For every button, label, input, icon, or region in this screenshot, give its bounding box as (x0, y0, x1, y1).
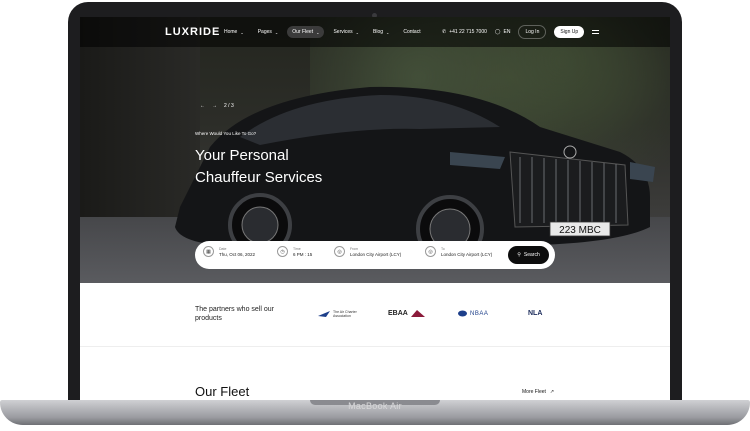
partner-name: NBAA (470, 310, 489, 317)
language-label: EN (503, 29, 511, 35)
hero-title-line1: Your Personal (195, 147, 289, 164)
hero-title: Your Personal Chauffeur Services (195, 145, 322, 189)
arrow-up-right-icon: ↗ (549, 389, 555, 395)
clock-icon: ◷ (277, 246, 288, 257)
screen: 223 MBC LUXRIDE Home ⌄ Pages ⌄ Our Fleet ⌄ … (80, 17, 670, 400)
to-value: London City Airport (LCY) (441, 251, 493, 257)
menu-label: Our Fleet (292, 29, 314, 35)
menu-label: Contact (403, 29, 421, 35)
from-label: From (350, 246, 359, 251)
nav-right: ✆ +41 22 715 7000 ◯ EN Log In Sign Up (442, 25, 600, 39)
ebaa-mark-icon (410, 310, 425, 317)
location-icon: ◎ (425, 246, 436, 257)
phone-number: +41 22 715 7000 (449, 29, 487, 35)
hamburger-menu-icon[interactable] (592, 30, 600, 34)
time-field[interactable]: ◷ Time 6 PM : 15 (277, 246, 312, 257)
partner-logo-aca[interactable]: The Air Charter Association (318, 310, 361, 318)
hero-title-line2: Chauffeur Services (195, 169, 323, 186)
signup-button[interactable]: Sign Up (554, 26, 585, 38)
plane-icon (318, 311, 330, 317)
search-button[interactable]: ⚲ Search (508, 246, 549, 264)
date-value: Thu, Oct 06, 2022 (219, 251, 256, 257)
partner-logo-nla[interactable]: NLA (528, 310, 542, 317)
login-button[interactable]: Log In (518, 25, 547, 39)
device-label: MacBook Air (348, 401, 402, 411)
search-icon: ⚲ (517, 252, 521, 258)
logo[interactable]: LUXRIDE (165, 26, 220, 38)
slider-controls: ← → 2 / 3 (200, 103, 234, 109)
menu-label: Pages (257, 29, 272, 35)
chevron-down-icon: ⌄ (355, 29, 359, 35)
license-plate: 223 MBC (559, 225, 601, 236)
chevron-down-icon: ⌄ (316, 29, 320, 35)
main-menu: Home ⌄ Pages ⌄ Our Fleet ⌄ Services ⌄ Blog ⌄ … (219, 26, 426, 38)
section-divider (80, 346, 670, 347)
date-field[interactable]: ▦ Date Thu, Oct 06, 2022 (203, 246, 255, 257)
partner-logo-ebaa[interactable]: EBAA (388, 310, 425, 317)
partner-name: NLA (528, 310, 543, 317)
arrow-right-icon[interactable]: → (212, 103, 217, 109)
chevron-down-icon: ⌄ (274, 29, 279, 35)
chevron-down-icon: ⌄ (240, 29, 244, 35)
arrow-left-icon[interactable]: ← (200, 103, 205, 109)
partner-logo-nbaa[interactable]: NBAA (458, 310, 488, 317)
from-field[interactable]: ◎ From London City Airport (LCY) (334, 246, 401, 257)
to-field[interactable]: ◎ To London City Airport (LCY) (425, 246, 492, 257)
nbaa-mark-icon (458, 310, 467, 317)
to-label: To (441, 246, 445, 251)
chevron-down-icon: ⌄ (386, 29, 390, 35)
date-label: Date (219, 246, 227, 251)
booking-search-bar: ▦ Date Thu, Oct 06, 2022 ◷ Time 6 PM : 15 … (195, 241, 555, 269)
menu-item-home[interactable]: Home ⌄ (219, 26, 249, 38)
menu-label: Services (333, 29, 353, 35)
partners-section: The partners who sell our products The A… (80, 283, 670, 346)
from-value: London City Airport (LCY) (350, 251, 402, 257)
search-button-label: Search (523, 252, 540, 258)
language-selector[interactable]: ◯ EN (495, 29, 511, 35)
fleet-title: Our Fleet (195, 384, 250, 399)
phone-link[interactable]: ✆ +41 22 715 7000 (442, 29, 487, 35)
more-fleet-label: More Fleet (522, 389, 546, 395)
time-value: 6 PM : 15 (293, 251, 313, 257)
phone-icon: ✆ (442, 29, 447, 35)
menu-label: Home (224, 29, 238, 35)
hero-section: 223 MBC LUXRIDE Home ⌄ Pages ⌄ Our Fleet ⌄ … (80, 17, 670, 283)
menu-label: Blog (373, 29, 384, 35)
slide-counter: 2 / 3 (224, 103, 234, 109)
more-fleet-link[interactable]: More Fleet ↗ (522, 389, 554, 395)
globe-icon: ◯ (494, 29, 501, 35)
menu-item-blog[interactable]: Blog ⌄ (368, 26, 394, 38)
top-nav: LUXRIDE Home ⌄ Pages ⌄ Our Fleet ⌄ Services… (80, 17, 670, 47)
hero-eyebrow: Where Would You Like To Go? (195, 131, 257, 136)
menu-item-pages[interactable]: Pages ⌄ (253, 26, 284, 38)
partner-name: The Air Charter Association (333, 310, 357, 318)
partners-title: The partners who sell our products (195, 306, 274, 322)
menu-item-our-fleet[interactable]: Our Fleet ⌄ (287, 26, 325, 38)
partner-name: EBAA (388, 310, 408, 317)
menu-item-contact[interactable]: Contact (398, 26, 425, 38)
location-icon: ◎ (334, 246, 345, 257)
menu-item-services[interactable]: Services ⌄ (328, 26, 364, 38)
time-label: Time (293, 246, 301, 251)
calendar-icon: ▦ (203, 246, 214, 257)
